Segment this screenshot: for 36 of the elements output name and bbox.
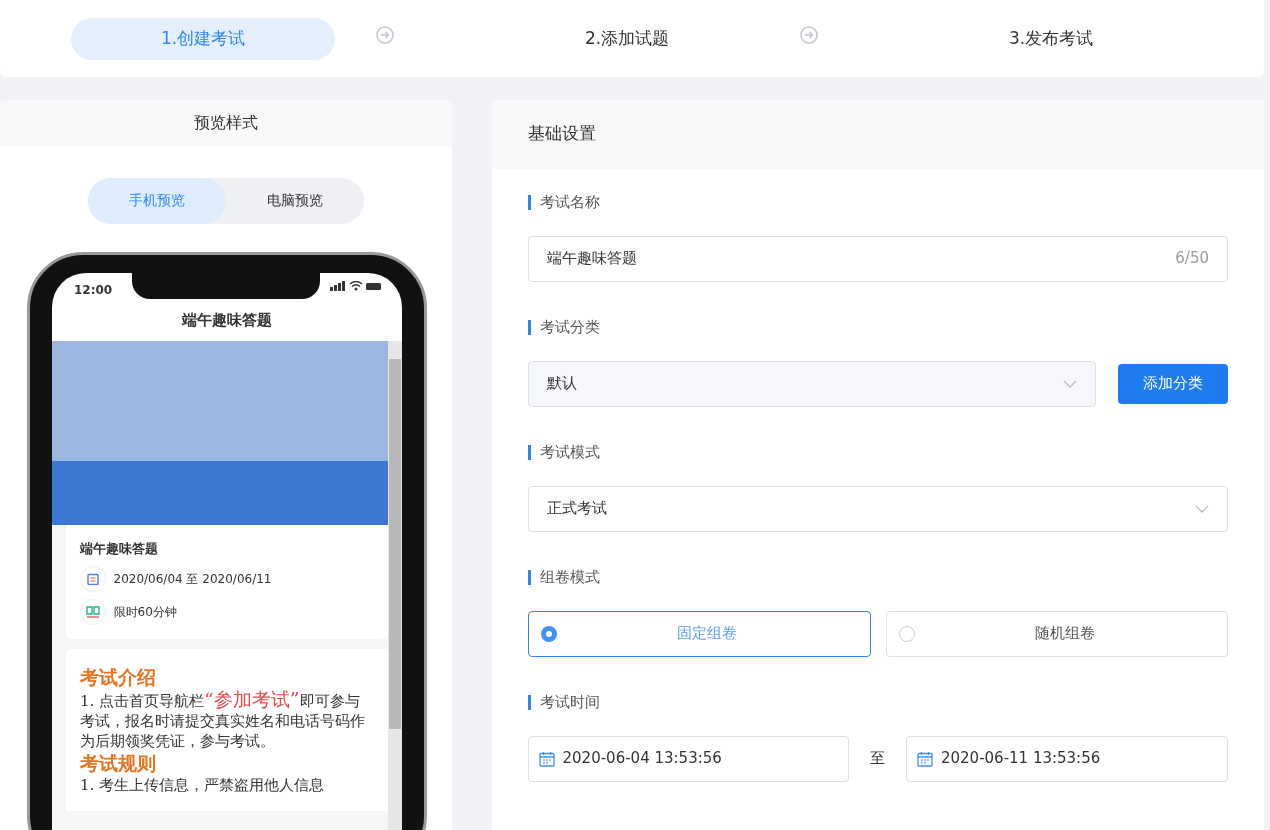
preview-mode-tab[interactable]: 电脑预览 xyxy=(226,177,364,224)
section-title: 基础设置 xyxy=(492,99,1264,169)
scrollbar[interactable] xyxy=(388,340,402,830)
exam-mode-select[interactable]: 正式考试 xyxy=(528,485,1228,532)
field-label: 组卷模式 xyxy=(528,569,1228,585)
chevron-down-icon xyxy=(1062,379,1077,388)
arrow-right-circle-icon xyxy=(376,26,394,44)
intro-paragraph: 1. 点击首页导航栏“参加考试”即可参与考试，报名时请提交真实姓名和电话号码作为后期领奖凭证，参与考试。 xyxy=(80,689,366,751)
intro-heading: 考试规则 xyxy=(80,751,157,775)
preview-title: 预览样式 xyxy=(0,99,452,146)
calendar-icon xyxy=(539,750,555,767)
step-tab[interactable]: 3.发布考试 xyxy=(919,17,1183,60)
field-label: 考试分类 xyxy=(528,319,1228,335)
exam-card-title: 端午趣味答题 xyxy=(80,539,159,558)
character-counter: 6/50 xyxy=(1175,248,1209,270)
step-tab[interactable]: 2.添加试题 xyxy=(495,17,759,60)
field-label: 考试模式 xyxy=(528,444,1228,460)
exam-duration: 限时60分钟 xyxy=(113,604,177,621)
phone-page-title: 端午趣味答题 xyxy=(180,309,273,331)
signal-wifi-battery-icon xyxy=(330,280,382,291)
exam-name-field[interactable]: 端午趣味答题 6/50 xyxy=(528,235,1228,282)
end-time-field[interactable]: 2020-06-11 13:53:56 xyxy=(906,735,1228,782)
start-time-field[interactable]: 2020-06-04 13:53:56 xyxy=(528,735,849,782)
status-time: 12:00 xyxy=(74,281,113,299)
intro-heading: 考试介绍 xyxy=(80,665,157,689)
chevron-down-icon xyxy=(1195,504,1209,513)
field-label: 考试时间 xyxy=(528,694,1228,710)
add-category-button[interactable]: 添加分类 xyxy=(1118,363,1228,404)
intro-paragraph: 1. 考生上传信息，严禁盗用他人信息 xyxy=(80,775,326,795)
compose-mode-option[interactable]: 随机组卷 xyxy=(885,610,1228,657)
calendar-icon xyxy=(917,750,934,767)
field-label: 考试名称 xyxy=(528,194,1228,210)
arrow-right-circle-icon xyxy=(800,26,818,44)
range-separator: 至 xyxy=(869,748,886,770)
exam-date-range: 2020/06/04 至 2020/06/11 xyxy=(113,570,272,588)
category-select[interactable]: 默认 xyxy=(528,360,1096,407)
